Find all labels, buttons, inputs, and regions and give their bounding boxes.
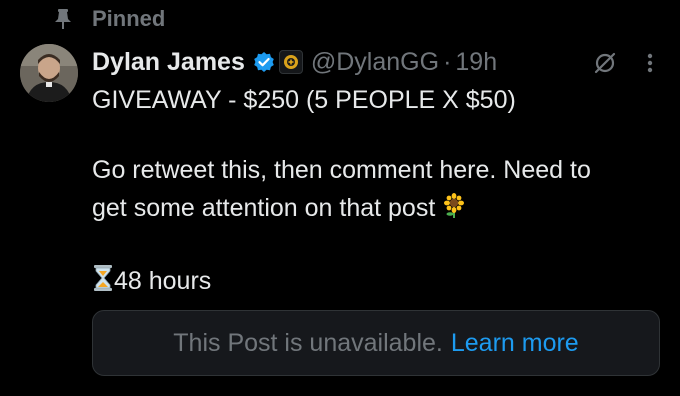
separator: · bbox=[443, 47, 452, 76]
learn-more-link[interactable]: Learn more bbox=[451, 329, 579, 358]
pinned-indicator: Pinned bbox=[52, 4, 165, 34]
verified-badge-icon[interactable] bbox=[253, 51, 275, 73]
post-text-span: get some attention on that post bbox=[92, 194, 436, 222]
post-text-span: 48 hours bbox=[114, 267, 212, 295]
timestamp[interactable]: 19h bbox=[455, 48, 497, 77]
post-text-line: GIVEAWAY - $250 (5 PEOPLE X $50) bbox=[92, 86, 516, 114]
affiliate-badge-icon[interactable] bbox=[278, 50, 303, 74]
pin-icon bbox=[52, 6, 74, 32]
avatar[interactable] bbox=[20, 44, 78, 102]
pinned-label: Pinned bbox=[92, 6, 166, 31]
hourglass-icon bbox=[92, 264, 114, 299]
author-name[interactable]: Dylan James bbox=[92, 48, 245, 77]
author-handle[interactable]: @DylanGG bbox=[311, 48, 439, 77]
unavailable-text: This Post is unavailable. bbox=[173, 328, 443, 357]
post-header: Dylan James @DylanGG · 19h bbox=[92, 44, 497, 80]
sunflower-icon bbox=[442, 193, 466, 226]
more-options-icon[interactable] bbox=[636, 48, 664, 78]
grok-icon[interactable] bbox=[592, 50, 618, 76]
post-text-line: get some attention on that post bbox=[92, 193, 466, 226]
unavailable-quote-card: This Post is unavailable. Learn more bbox=[92, 310, 660, 376]
post-text-line: 48 hours bbox=[92, 264, 211, 299]
post-text-line: Go retweet this, then comment here. Need… bbox=[92, 156, 591, 184]
